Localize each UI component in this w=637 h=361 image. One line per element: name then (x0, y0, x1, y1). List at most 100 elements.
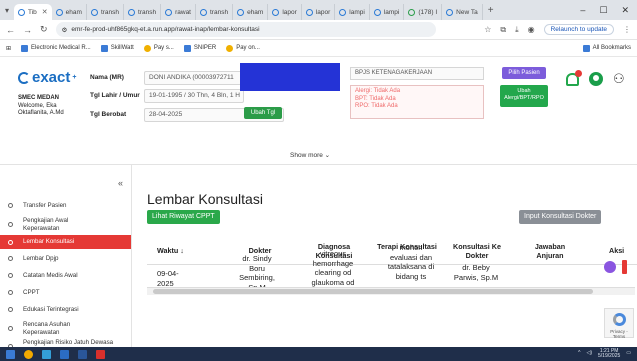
volume-icon[interactable]: ◁) (587, 351, 593, 357)
bookmark-favicon-icon (226, 44, 234, 52)
bookmark-item[interactable]: SkillWatt (100, 44, 134, 52)
notification-bell-icon[interactable] (566, 69, 582, 86)
browser-tab[interactable]: transh (124, 4, 162, 20)
word-icon[interactable] (78, 349, 87, 359)
explorer-icon[interactable] (42, 349, 51, 359)
back-icon[interactable]: ← (6, 25, 15, 35)
pilih-pasien-button[interactable]: Pilih Pasien (502, 67, 546, 79)
allergy-alerts: Alergi: Tidak Ada BPT: Tidak Ada RPO: Ti… (350, 85, 484, 119)
bookmark-star-icon[interactable]: ☆ (484, 25, 491, 34)
tab-favicon-icon (55, 8, 63, 16)
tab-label: New Ta (456, 8, 478, 16)
user-name: Oktaflanita, A.Md (18, 110, 64, 116)
new-tab-icon[interactable]: + (488, 5, 494, 16)
avatar[interactable] (589, 72, 603, 86)
collapse-sidebar-icon[interactable]: « (118, 178, 123, 188)
sidebar-item-lembar-dpjp[interactable]: Lembar Dpjp (0, 255, 131, 263)
sidebar-item-transfer-pasien[interactable]: Transfer Pasien (0, 202, 131, 210)
bookmark-item[interactable]: Pay on... (226, 44, 260, 52)
notification-icon[interactable]: ▭ (626, 351, 631, 357)
sidebar-item-edukasi[interactable]: Edukasi Terintegrasi (0, 306, 131, 314)
browser-tab[interactable]: (178) I (404, 4, 443, 20)
sidebar-item-pengkajian-awal[interactable]: Pengkajian Awal Keperawatan (0, 217, 131, 232)
column-aksi: Aksi (609, 246, 625, 255)
browser-tab[interactable]: New Ta (442, 4, 483, 20)
show-more-link[interactable]: Show more ⌄ (290, 151, 330, 159)
extensions-icon[interactable]: ⧉ (500, 25, 506, 35)
download-icon[interactable]: ⤓ (515, 25, 519, 35)
menu-icon[interactable]: ⋮ (623, 25, 631, 34)
browser-tab[interactable]: transh (196, 4, 234, 20)
mail-icon[interactable] (60, 349, 69, 359)
profile-icon[interactable]: ◉ (528, 25, 535, 34)
browser-tab[interactable]: lapor (268, 4, 302, 20)
browser-tab[interactable]: lampi (335, 4, 370, 20)
browser-tab[interactable]: lapor (302, 4, 336, 20)
tab-search-icon[interactable]: ▾ (0, 6, 14, 15)
bookmark-favicon-icon (21, 44, 29, 52)
bookmark-favicon-icon (183, 44, 191, 52)
bookmark-label: Pay on... (236, 45, 260, 51)
forward-icon[interactable]: → (23, 25, 32, 35)
sidebar-item-risiko-jatuh[interactable]: Pengkajian Risiko Jatuh Dewasa (Skala Mo… (0, 339, 131, 347)
tab-label: eham (65, 8, 82, 16)
users-icon[interactable]: ⚇ (613, 71, 625, 87)
url-field[interactable]: ⚙ emr-fe-prod-uhf865gkq-et.a.run.app/raw… (55, 22, 436, 37)
lihat-riwayat-cppt-button[interactable]: Lihat Riwayat CPPT (147, 210, 220, 224)
bookmark-item[interactable]: Electronic Medical R... (21, 44, 91, 52)
scrollbar-thumb[interactable] (153, 289, 593, 294)
tab-favicon-icon (339, 8, 347, 16)
ubah-tgl-button[interactable]: Ubah Tgl (244, 107, 282, 119)
sidebar-item-cppt[interactable]: CPPT (0, 289, 131, 297)
delete-icon[interactable] (622, 260, 627, 274)
browser-tab[interactable]: eham (52, 4, 87, 20)
browser-tab[interactable]: eham (233, 4, 269, 20)
tab-label: transh (210, 8, 229, 16)
notification-badge (575, 69, 582, 77)
bullet-icon (8, 203, 13, 209)
alert-line: Alergi: Tidak Ada (355, 88, 401, 94)
all-bookmarks[interactable]: All Bookmarks (582, 44, 631, 52)
apps-icon[interactable]: ⊞ (6, 45, 11, 52)
input-konsultasi-button[interactable]: Input Konsultasi Dokter (519, 210, 602, 224)
horizontal-scrollbar[interactable] (147, 287, 635, 295)
reload-icon[interactable]: ↻ (40, 24, 48, 35)
recaptcha-badge: Privacy - Terms (604, 308, 634, 339)
tray-arrow-icon[interactable]: ^ (578, 351, 580, 357)
bookmark-item[interactable]: Pay s... (143, 44, 174, 52)
sidebar-item-label: Pengkajian Awal Keperawatan (23, 217, 69, 232)
bookmark-label: SNIPER (193, 45, 217, 51)
maximize-icon[interactable]: ☐ (599, 5, 607, 16)
site-info-icon[interactable]: ⚙ (62, 26, 68, 34)
pdf-icon[interactable] (96, 349, 105, 359)
tab-favicon-icon (200, 8, 207, 16)
sidebar-item-lembar-konsultasi[interactable]: Lembar Konsultasi (0, 235, 131, 249)
sidebar-item-rencana-asuhan[interactable]: Rencana Asuhan Keperawatan (0, 321, 131, 336)
close-window-icon[interactable]: ✕ (621, 5, 629, 16)
browser-tab[interactable]: transh (87, 4, 125, 20)
cell-diagnosa: vitreous hemorrhage clearing od glaukoma… (311, 249, 355, 287)
sidebar-item-catatan-medis[interactable]: Catatan Medis Awal (0, 272, 131, 280)
print-icon[interactable] (604, 261, 616, 273)
browser-tab[interactable]: rawat (161, 4, 196, 20)
relaunch-button[interactable]: Relaunch to update (543, 24, 614, 35)
tab-label: transh (138, 8, 157, 16)
bullet-icon (8, 307, 13, 313)
windows-start-icon[interactable] (6, 349, 15, 359)
sidebar-item-label: CPPT (23, 289, 40, 296)
bookmark-item[interactable]: SNIPER (183, 44, 217, 52)
recaptcha-text[interactable]: Privacy - Terms (610, 329, 628, 339)
column-waktu[interactable]: Waktu ↓ (157, 246, 207, 255)
cell-ke-dokter: dr. Beby Parwis, Sp.M (453, 263, 499, 282)
chrome-icon[interactable] (24, 349, 33, 359)
clock[interactable]: 1:21 PM 5/19/2025 (598, 348, 620, 360)
close-tab-icon[interactable]: ✕ (42, 8, 48, 16)
minimize-icon[interactable]: – (580, 5, 585, 16)
tab-favicon-icon (237, 8, 245, 16)
bookmark-favicon-icon (143, 44, 151, 52)
nama-field: DONI ANDIKA (00003972711 (144, 71, 244, 85)
browser-tab[interactable]: Tib ✕ (14, 4, 52, 20)
patient-header: exact + SMEC MEDAN Welcome, Eka Oktaflani… (0, 57, 637, 165)
ubah-alergi-button[interactable]: Ubah Alergi/BPT/RPO (500, 85, 548, 107)
browser-tab[interactable]: lampi (370, 4, 405, 20)
